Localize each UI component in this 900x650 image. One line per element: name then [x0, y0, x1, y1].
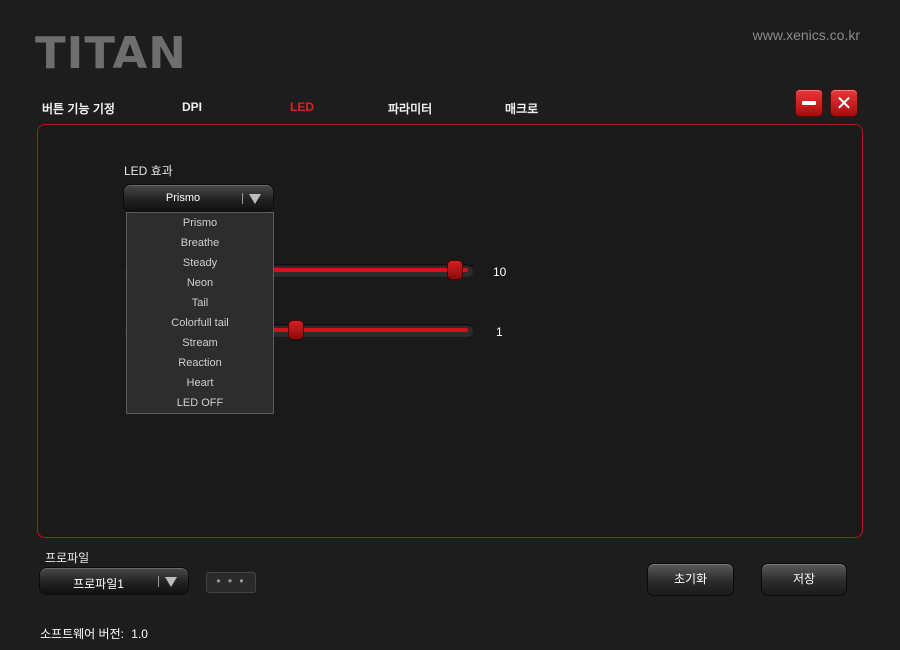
close-button[interactable]: ✕ [831, 90, 857, 116]
dropdown-option-stream[interactable]: Stream [127, 333, 273, 353]
dropdown-option-colorfull-tail[interactable]: Colorfull tail [127, 313, 273, 333]
profile-dropdown[interactable]: 프로파일1 [40, 568, 188, 594]
dropdown-option-reaction[interactable]: Reaction [127, 353, 273, 373]
dropdown-option-led-off[interactable]: LED OFF [127, 393, 273, 413]
minimize-icon [802, 101, 816, 105]
profile-label: 프로파일 [45, 551, 90, 565]
reset-button[interactable]: 초기화 [648, 564, 733, 595]
tab-led[interactable]: LED [290, 100, 314, 114]
dropdown-option-breathe[interactable]: Breathe [127, 233, 273, 253]
slider-thumb-2[interactable] [289, 321, 303, 339]
main-tabs: 버튼 기능 기정 DPI LED 파라미터 매크로 [0, 100, 600, 118]
dropdown-option-steady[interactable]: Steady [127, 253, 273, 273]
close-icon: ✕ [835, 91, 853, 115]
minimize-button[interactable] [796, 90, 822, 116]
software-version: 소프트웨어 버전: 1.0 [40, 625, 148, 642]
dropdown-separator [158, 576, 159, 587]
led-effect-value: Prismo [165, 192, 201, 204]
profile-value: 프로파일1 [73, 577, 124, 591]
led-effect-dropdown[interactable]: Prismo [124, 185, 273, 211]
chevron-down-icon [165, 577, 177, 587]
slider-value-1: 10 [493, 265, 507, 279]
more-dots-icon: • • • [216, 574, 246, 588]
tab-parameters[interactable]: 파라미터 [388, 100, 432, 117]
slider-value-2: 1 [496, 325, 503, 339]
slider-thumb-1[interactable] [448, 261, 462, 279]
led-effect-label: LED 효과 [124, 164, 173, 178]
software-version-value: 1.0 [131, 627, 148, 641]
chevron-down-icon [249, 194, 261, 204]
dropdown-separator [242, 193, 243, 204]
profile-more-button[interactable]: • • • [206, 572, 256, 593]
dropdown-option-heart[interactable]: Heart [127, 373, 273, 393]
led-effect-options-list: Prismo Breathe Steady Neon Tail Colorful… [126, 212, 274, 414]
save-button[interactable]: 저장 [762, 564, 846, 595]
dropdown-option-tail[interactable]: Tail [127, 293, 273, 313]
tab-button-function[interactable]: 버튼 기능 기정 [42, 100, 115, 117]
dropdown-option-neon[interactable]: Neon [127, 273, 273, 293]
software-version-label: 소프트웨어 버전: [40, 627, 124, 641]
dropdown-option-prismo[interactable]: Prismo [127, 213, 273, 233]
site-url: www.xenics.co.kr [752, 27, 860, 43]
tab-macro[interactable]: 매크로 [505, 100, 538, 117]
tab-dpi[interactable]: DPI [182, 100, 202, 114]
titan-logo: TITAN [35, 28, 187, 79]
